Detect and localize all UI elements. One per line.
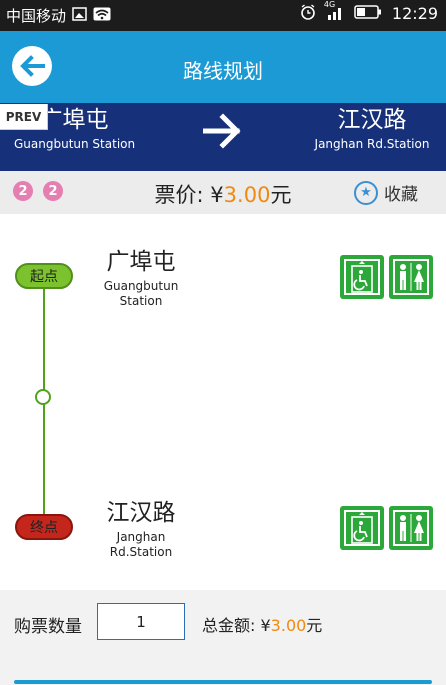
end-station: 江汉路 Janghan Rd.Station <box>100 499 182 560</box>
route-from-en: Guangbutun Station <box>14 137 136 151</box>
accessible-elevator-icon <box>340 255 384 299</box>
restroom-icon <box>389 506 433 550</box>
accessible-elevator-icon <box>340 506 384 550</box>
quantity-label: 购票数量 <box>14 617 82 637</box>
app-header: 路线规划 <box>0 31 446 103</box>
page-title: 路线规划 <box>183 59 263 83</box>
fare-label: 票价: ¥ <box>154 183 224 207</box>
end-station-en2: Rd.Station <box>109 545 173 559</box>
start-station-en2: Station <box>119 294 163 308</box>
total-amount: 总金额: ¥3.00元 <box>202 612 322 636</box>
start-station: 广埠屯 Guangbutun Station <box>100 248 182 309</box>
route-banner: 广埠屯 Guangbutun Station 江汉路 Janghan Rd.St… <box>0 103 446 171</box>
image-icon <box>72 7 87 24</box>
start-tag: 起点 <box>15 263 73 289</box>
start-station-name: 广埠屯 <box>106 249 176 275</box>
fare-bar: 2 2 票价: ¥3.00元 ★ 收藏 <box>0 171 446 214</box>
total-label: 总金额: ¥ <box>202 616 271 635</box>
end-station-en1: Janghan <box>116 530 166 544</box>
route-to-name: 江汉路 <box>337 107 407 133</box>
buy-button[interactable] <box>14 680 432 684</box>
fare-amount: 3.00 <box>223 183 271 207</box>
status-bar: 中国移动 4G 12:29 <box>0 0 446 31</box>
clock-time: 12:29 <box>391 4 438 23</box>
route-to: 江汉路 Janghan Rd.Station <box>312 105 432 151</box>
end-tag: 终点 <box>15 514 73 540</box>
favorite-button[interactable]: ★ 收藏 <box>354 180 418 205</box>
carrier-name: 中国移动 <box>6 7 67 25</box>
alarm-icon <box>300 4 316 23</box>
star-icon: ★ <box>354 180 378 205</box>
status-left: 中国移动 <box>6 5 111 26</box>
arrow-right-icon <box>202 111 243 155</box>
total-value: 3.00 <box>270 616 307 635</box>
total-unit: 元 <box>306 616 323 635</box>
network-type: 4G <box>323 0 336 9</box>
favorite-label: 收藏 <box>384 185 418 205</box>
route-node <box>35 389 51 405</box>
quantity-input[interactable] <box>97 603 185 640</box>
route-to-en: Janghan Rd.Station <box>314 137 430 151</box>
battery-icon <box>354 5 382 22</box>
signal-icon: 4G <box>323 0 344 23</box>
wifi-icon <box>93 7 111 24</box>
start-station-en1: Guangbutun <box>103 279 179 293</box>
status-right: 4G 12:29 <box>300 0 438 23</box>
fare-unit: 元 <box>270 183 292 207</box>
restroom-icon <box>389 255 433 299</box>
purchase-panel: 购票数量 总金额: ¥3.00元 <box>0 590 446 685</box>
prev-button[interactable]: PREV <box>0 104 48 130</box>
end-station-name: 江汉路 <box>106 500 176 526</box>
